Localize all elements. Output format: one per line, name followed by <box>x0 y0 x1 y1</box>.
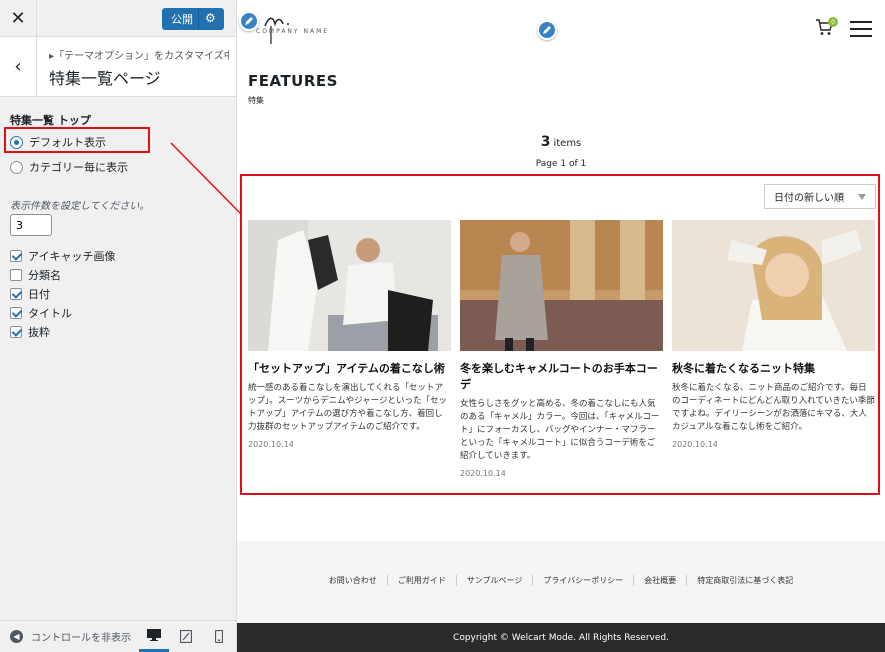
hide-controls-label: コントロールを非表示 <box>31 633 131 644</box>
card-title[interactable]: 「セットアップ」アイテムの着こなし術 <box>248 361 451 377</box>
footer-link[interactable]: プライバシーポリシー <box>533 575 635 586</box>
tablet-preview-icon[interactable] <box>171 621 201 652</box>
footer-links: お問い合わせ ご利用ガイド サンプルページ プライバシーポリシー 会社概要 特定… <box>237 575 885 586</box>
radio-button[interactable] <box>10 160 23 174</box>
page-indicator: Page 1 of 1 <box>535 159 587 169</box>
footer-link[interactable]: お問い合わせ <box>319 575 388 586</box>
sort-selected-value: 日付の新しい順 <box>774 193 844 204</box>
edit-shortcut-icon[interactable] <box>537 20 557 40</box>
close-icon[interactable]: ✕ <box>0 0 37 37</box>
highlight-annotation <box>4 127 150 153</box>
checkbox-label: アイキャッチ画像 <box>28 250 116 263</box>
card-image[interactable] <box>460 220 663 351</box>
card-title[interactable]: 冬を楽しむキャメルコートのお手本コーデ <box>460 361 663 393</box>
card-image[interactable] <box>672 220 875 351</box>
card-date: 2020.10.14 <box>460 469 506 478</box>
footer-link[interactable]: 特定商取引法に基づく表記 <box>687 575 803 586</box>
feature-card[interactable]: 秋冬に着たくなるニット特集 秋冬に着たくなる、ニット商品のご紹介です。毎日のコー… <box>672 220 875 449</box>
site-preview: COMPANY NAME 0 FEATURES 特集 3 items Page 1… <box>237 0 885 652</box>
checkbox-label: 抜粋 <box>28 326 50 339</box>
publish-divider <box>198 8 199 30</box>
publish-button[interactable]: 公開 ⚙ <box>162 8 224 30</box>
sidebar-footer: ◀ コントロールを非表示 <box>0 620 236 652</box>
mobile-preview-icon[interactable] <box>204 621 234 652</box>
page-subtitle: 特集 <box>248 96 264 105</box>
desktop-preview-icon[interactable] <box>139 621 169 652</box>
section-header: ‹ ▸「テーマオプション」をカスタマイズ中 特集一覧ページ <box>0 37 236 97</box>
copyright: Copyright © Welcart Mode. All Rights Res… <box>237 623 885 652</box>
sort-select[interactable]: 日付の新しい順 <box>764 184 876 209</box>
footer-link[interactable]: サンプルページ <box>457 575 534 586</box>
feature-card[interactable]: 冬を楽しむキャメルコートのお手本コーデ 女性らしさをグッと高める、冬の着こなしに… <box>460 220 663 478</box>
footer-link[interactable]: 会社概要 <box>634 575 688 586</box>
section-title: 特集一覧ページ <box>49 69 161 88</box>
items-label: items <box>553 138 582 149</box>
card-date: 2020.10.14 <box>672 440 718 449</box>
card-date: 2020.10.14 <box>248 440 294 449</box>
breadcrumb: ▸「テーマオプション」をカスタマイズ中 <box>49 51 229 62</box>
items-number: 3 <box>540 134 551 150</box>
checkbox[interactable] <box>10 326 22 338</box>
checkbox-label: 日付 <box>28 288 50 301</box>
card-excerpt: 秋冬に着たくなる、ニット商品のご紹介です。毎日のコーディネートにどんどん取り入れ… <box>672 383 875 432</box>
hamburger-menu-icon[interactable] <box>850 21 872 42</box>
page-title: FEATURES <box>248 72 338 90</box>
checkbox-title[interactable]: タイトル <box>10 305 72 321</box>
items-count: 3 items <box>237 134 885 150</box>
checkbox[interactable] <box>10 269 22 281</box>
card-image[interactable] <box>248 220 451 351</box>
checkbox-label: 分類名 <box>28 269 61 282</box>
cart-count-badge: 0 <box>828 17 838 27</box>
collapse-icon: ◀ <box>10 630 23 643</box>
publish-label: 公開 <box>171 13 193 26</box>
checkbox-category[interactable]: 分類名 <box>10 267 61 283</box>
checkbox[interactable] <box>10 288 22 300</box>
footer-nav: お問い合わせ ご利用ガイド サンプルページ プライバシーポリシー 会社概要 特定… <box>237 541 885 623</box>
gear-icon[interactable]: ⚙ <box>205 11 216 25</box>
checkbox-label: タイトル <box>28 307 72 320</box>
card-excerpt: 女性らしさをグッと高める、冬の着こなしにも人気のある「キャメル」カラー。今回は、… <box>460 399 660 461</box>
control-title: 特集一覧 トップ <box>10 114 91 127</box>
checkbox[interactable] <box>10 307 22 319</box>
logo-text: COMPANY NAME <box>256 28 330 35</box>
checkbox-excerpt[interactable]: 抜粋 <box>10 324 50 340</box>
count-label: 表示件数を設定してください。 <box>10 201 150 212</box>
footer-link[interactable]: ご利用ガイド <box>388 575 457 586</box>
back-icon[interactable]: ‹ <box>0 37 37 96</box>
radio-category-display[interactable]: カテゴリー毎に表示 <box>10 159 128 175</box>
checkbox-date[interactable]: 日付 <box>10 286 50 302</box>
card-title[interactable]: 秋冬に着たくなるニット特集 <box>672 361 875 377</box>
radio-label: カテゴリー毎に表示 <box>29 161 128 174</box>
chevron-down-icon <box>858 194 866 200</box>
customizer-sidebar: ✕ 公開 ⚙ ‹ ▸「テーマオプション」をカスタマイズ中 特集一覧ページ 特集一… <box>0 0 237 652</box>
count-input[interactable] <box>10 214 52 236</box>
feature-card[interactable]: 「セットアップ」アイテムの着こなし術 統一感のある着こなしを演出してくれる「セッ… <box>248 220 451 449</box>
card-excerpt: 統一感のある着こなしを演出してくれる「セットアップ」。スーツからデニムやジャージ… <box>248 383 447 432</box>
hide-controls-button[interactable]: ◀ コントロールを非表示 <box>10 629 135 644</box>
checkbox[interactable] <box>10 250 22 262</box>
checkbox-eyecatch[interactable]: アイキャッチ画像 <box>10 248 115 264</box>
sidebar-header: ✕ 公開 ⚙ <box>0 0 236 37</box>
